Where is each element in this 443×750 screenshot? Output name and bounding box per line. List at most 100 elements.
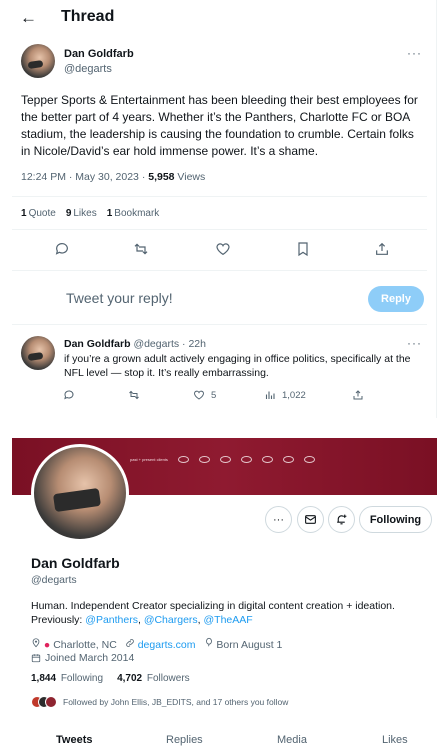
website-item[interactable]: degarts.com xyxy=(125,638,196,651)
balloon-icon xyxy=(205,637,212,647)
share-icon[interactable] xyxy=(374,241,390,257)
more-options-button[interactable]: ··· xyxy=(265,506,292,533)
page-title: Thread xyxy=(61,8,115,25)
more-options-icon[interactable]: ··· xyxy=(407,46,422,60)
thread-header: ← Thread xyxy=(0,0,437,36)
banner-client-logos: past + present clients xyxy=(130,452,350,466)
followed-by-avatars xyxy=(31,696,57,708)
profile-website[interactable]: degarts.com xyxy=(138,639,196,651)
divider xyxy=(12,229,427,230)
reply-icon[interactable] xyxy=(54,241,70,257)
back-arrow-icon[interactable]: ← xyxy=(20,9,37,26)
bookmarks-stat[interactable]: 1 Bookmark xyxy=(107,208,160,219)
avatar[interactable] xyxy=(21,44,55,78)
retweet-icon xyxy=(129,390,139,400)
following-label: Following xyxy=(60,673,104,684)
reply-meta: @degarts · 22h xyxy=(133,338,206,350)
tweet-text: Tepper Sports & Entertainment has been b… xyxy=(21,93,418,158)
author-name[interactable]: Dan Goldfarb xyxy=(64,48,134,60)
profile-bio: Human. Independent Creator specializing … xyxy=(31,599,431,627)
tweet-actions xyxy=(0,241,437,261)
banner-tagline: past + present clients xyxy=(130,456,168,462)
profile-info-row: ● Charlotte, NC degarts.com Born August … xyxy=(31,637,282,651)
client-logo xyxy=(219,455,231,463)
client-logo xyxy=(303,455,315,463)
reply-likes-count: 5 xyxy=(211,389,217,401)
envelope-icon xyxy=(305,515,316,524)
bio-link-theaaf[interactable]: @TheAAF xyxy=(204,614,253,626)
section-gap xyxy=(0,418,443,438)
like-icon xyxy=(194,390,204,400)
followers-label: Followers xyxy=(146,673,190,684)
profile-joined: Joined March 2014 xyxy=(45,652,135,664)
reply-text: if you’re a grown adult actively engagin… xyxy=(64,353,411,379)
tweet-time[interactable]: 12:24 PM · May 30, 2023 · xyxy=(21,171,148,183)
views-count: 5,958 xyxy=(148,171,175,183)
client-logo xyxy=(198,455,210,463)
retweet-icon[interactable] xyxy=(133,241,149,257)
bookmarks-label: Bookmark xyxy=(114,208,160,219)
reply-author-name[interactable]: Dan Goldfarb xyxy=(64,338,131,350)
mini-avatar xyxy=(45,696,57,708)
likes-stat[interactable]: 9 Likes xyxy=(66,208,97,219)
reply-share-action[interactable] xyxy=(352,389,364,401)
client-logo xyxy=(261,455,273,463)
profile-avatar[interactable] xyxy=(31,444,129,542)
follow-counts: 1,844 Following 4,702 Followers xyxy=(31,673,190,684)
following-button[interactable]: Following xyxy=(359,506,432,533)
reply-icon xyxy=(64,390,74,400)
quotes-stat[interactable]: 1 Quote xyxy=(21,208,56,219)
profile-name: Dan Goldfarb xyxy=(31,555,120,571)
client-logo xyxy=(240,455,252,463)
tab-media[interactable]: Media xyxy=(277,734,307,746)
bio-link-panthers[interactable]: @Panthers xyxy=(85,614,138,626)
divider xyxy=(12,270,427,271)
divider xyxy=(12,324,427,325)
profile-born: Born August 1 xyxy=(216,639,283,651)
tweet-timestamp: 12:24 PM · May 30, 2023 · 5,958 Views xyxy=(21,171,205,183)
followed-by-row[interactable]: Followed by John Ellis, JB_EDITS, and 17… xyxy=(31,696,288,708)
reply-button[interactable]: Reply xyxy=(368,286,424,312)
subscribe-notifications-button[interactable] xyxy=(328,506,355,533)
reply-views-action[interactable]: 1,022 xyxy=(264,389,306,401)
quotes-count: 1 xyxy=(21,208,27,219)
followed-by-text: Followed by John Ellis, JB_EDITS, and 17… xyxy=(63,697,289,707)
profile-handle: @degarts xyxy=(31,574,77,586)
likes-count: 9 xyxy=(65,208,72,219)
quotes-label: Quote xyxy=(28,208,56,219)
more-options-icon[interactable]: ··· xyxy=(407,336,422,350)
reply-like-action[interactable]: 5 xyxy=(193,389,216,401)
location-pin-icon xyxy=(32,638,40,648)
reply-actions: 5 1,022 xyxy=(0,389,437,405)
profile-joined-row: Joined March 2014 xyxy=(31,652,134,664)
followers-link[interactable]: 4,702 Followers xyxy=(117,673,190,684)
views-chart-icon xyxy=(265,391,275,399)
like-icon[interactable] xyxy=(215,241,231,257)
tab-tweets[interactable]: Tweets xyxy=(56,734,92,746)
client-logo xyxy=(282,455,294,463)
followers-count: 4,702 xyxy=(117,673,143,684)
tab-likes[interactable]: Likes xyxy=(382,734,408,746)
share-icon xyxy=(353,390,363,400)
bio-link-chargers[interactable]: @Chargers xyxy=(144,614,198,626)
divider xyxy=(12,196,427,197)
reply-reply-action[interactable] xyxy=(63,389,75,401)
reply-input[interactable]: Tweet your reply! xyxy=(66,290,173,306)
thread-view: ← Thread Dan Goldfarb @degarts ··· Teppe… xyxy=(0,0,437,418)
avatar[interactable] xyxy=(21,336,55,370)
bookmark-icon[interactable] xyxy=(295,241,311,257)
author-handle[interactable]: @degarts xyxy=(64,63,112,75)
following-count: 1,844 xyxy=(31,673,57,684)
tab-replies[interactable]: Replies xyxy=(166,734,203,746)
profile-view: past + present clients ··· Following Dan… xyxy=(0,438,443,750)
message-button[interactable] xyxy=(297,506,324,533)
reply-retweet-action[interactable] xyxy=(128,389,140,401)
bell-plus-icon xyxy=(337,514,347,525)
birthday-item: Born August 1 xyxy=(204,637,283,651)
following-link[interactable]: 1,844 Following xyxy=(31,673,103,684)
client-logo xyxy=(177,455,189,463)
more-icon: ··· xyxy=(273,513,284,526)
location-item: ● Charlotte, NC xyxy=(31,637,117,651)
link-icon xyxy=(126,638,134,647)
tweet-stats: 1 Quote 9 Likes 1 Bookmark xyxy=(21,208,159,219)
